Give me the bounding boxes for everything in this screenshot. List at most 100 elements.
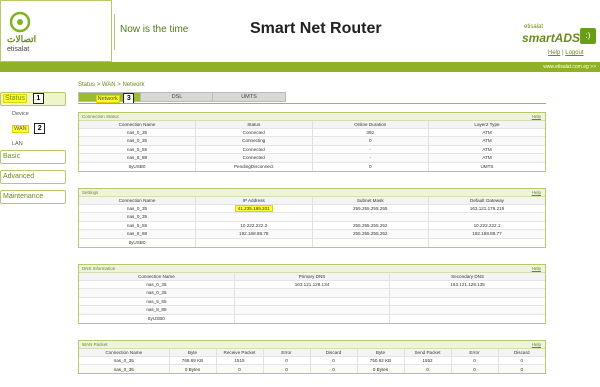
column-header: Subnet Mask (311, 197, 429, 204)
sidebar-item-lan[interactable]: LAN (0, 138, 66, 150)
table-cell: ttyUSB0 (79, 161, 196, 171)
help-link[interactable]: Help (532, 265, 541, 273)
tab-umts[interactable]: UMTS (212, 92, 286, 102)
site-url-link[interactable]: www.etisalat.com.eg >> (543, 64, 596, 70)
table-cell: 0 Bytes (168, 364, 216, 373)
table-cell: nas_0_35 (79, 355, 169, 365)
wan-packet-table: Connection Name Byte Receive Packet Erro… (79, 349, 545, 373)
table-cell: nas_8_88 (79, 305, 235, 314)
table-cell: 0 (311, 136, 429, 145)
column-header: IP Address (195, 197, 312, 204)
sidebar-item-maintenance[interactable]: Maintenance (0, 190, 66, 204)
table-row: nas_0_35 (79, 288, 545, 297)
table-row: nas_0_35 0 Bytes 0 0 0 0 Bytes 0 0 0 (79, 364, 545, 373)
column-header: Discard (497, 349, 545, 356)
help-link[interactable]: Help (532, 113, 541, 121)
table-cell: nas_0_35 (79, 203, 196, 213)
table-cell: 0 (497, 355, 545, 365)
column-header: Secondary DNS (389, 273, 545, 280)
table-row: nas_8_88 (79, 305, 545, 314)
table-cell: Connected (195, 153, 312, 162)
sidebar-item-status-label: Status (3, 94, 27, 104)
ip-address-highlight: 41.235.189.201 (234, 204, 273, 212)
help-link[interactable]: Help (548, 50, 560, 56)
column-header: Byte (168, 349, 216, 356)
panel-title: DNS Information Help (79, 265, 545, 273)
panel-title-text: DNS Information (82, 266, 116, 271)
logout-link[interactable]: Logout (565, 50, 583, 56)
table-cell: ATM (428, 153, 545, 162)
column-header: Discard (309, 349, 357, 356)
tab-underline (78, 103, 546, 104)
wan-packet-panel: WAN Packet Help Connection Name Byte Rec… (78, 340, 546, 374)
table-row: nas_5_55 Connected - ATM (79, 144, 545, 154)
table-cell: nas_0_35 (79, 212, 196, 221)
sidebar-item-wan[interactable]: WAN 2 (0, 120, 66, 138)
table-cell: UMTS (428, 161, 545, 171)
table-cell: 255.255.255.255 (311, 203, 429, 213)
table-cell (233, 305, 390, 314)
help-link[interactable]: Help (532, 341, 541, 349)
table-cell (389, 305, 545, 314)
table-cell: Connecting (195, 136, 312, 145)
table-cell: nas_0_35 (79, 136, 196, 145)
top-nav-bar (0, 62, 600, 72)
separator: | (562, 50, 564, 56)
column-header: Connection Name (79, 197, 196, 204)
panel-title-text: Settings (82, 190, 99, 195)
table-row: nas_0_35 768.69 KB 1515 0 0 750.92 KB 15… (79, 355, 545, 365)
panel-title-text: WAN Packet (82, 342, 108, 347)
table-cell (233, 313, 390, 323)
panel-title: Settings Help (79, 189, 545, 197)
table-cell (389, 313, 545, 323)
table-row: nas_0_35 163.121.128.134 163.121.128.135 (79, 279, 545, 289)
sidebar-item-status[interactable]: Status 1 (0, 92, 66, 106)
table-cell: 41.235.189.201 (195, 203, 312, 213)
etisalat-logo-icon (9, 11, 31, 33)
column-header: Primary DNS (233, 273, 390, 280)
table-row: ttyUSB0 PendingDisconnect 0 UMTS (79, 161, 545, 171)
table-cell: 0 (215, 364, 263, 373)
help-link[interactable]: Help (532, 189, 541, 197)
table-row: nas_8_88 Connected - ATM (79, 153, 545, 162)
table-cell: 163.121.128.134 (233, 279, 390, 289)
header-divider (114, 14, 115, 50)
brand-badge-icon: :) (580, 28, 596, 44)
sidebar-item-advanced[interactable]: Advanced (0, 170, 66, 184)
connection-status-table: Connection Name Status Online Duration L… (79, 121, 545, 171)
table-cell: 0 (403, 364, 451, 373)
sidebar-item-device[interactable]: Device (0, 108, 66, 120)
brand-logo-text: smartADSL (522, 31, 588, 45)
table-cell: nas_0_35 (79, 279, 235, 289)
table-row: nas_5_55 10.222.222.2 255.255.255.252 10… (79, 220, 545, 230)
tab-dsl[interactable]: DSL (140, 92, 214, 102)
table-row: nas_0_35 Connecting 0 ATM (79, 136, 545, 145)
table-cell: 0 (262, 364, 310, 373)
table-cell: 0 (309, 355, 357, 365)
table-cell: ATM (428, 136, 545, 145)
table-cell: 1552 (403, 355, 451, 365)
table-cell: 0 (311, 161, 429, 171)
table-cell: 192.168.88.78 (195, 229, 312, 238)
table-cell: 0 (309, 364, 357, 373)
table-cell: nas_5_55 (79, 296, 235, 306)
table-cell: nas_0_35 (79, 364, 169, 373)
table-cell: 255.255.255.252 (311, 220, 429, 230)
table-cell: nas_8_88 (79, 229, 196, 238)
table-cell (233, 288, 390, 297)
sidebar-item-basic[interactable]: Basic (0, 150, 66, 164)
table-cell: nas_5_55 (79, 144, 196, 154)
table-cell: 0 Bytes (356, 364, 404, 373)
page-title: Smart Net Router (250, 20, 382, 37)
sidebar-item-wan-label: WAN (12, 125, 29, 133)
table-row: ttyUSB0 (79, 313, 545, 323)
table-cell: PendingDisconnect (195, 161, 312, 171)
column-header: Receive Packet (215, 349, 263, 356)
table-row: nas_0_35 (79, 212, 545, 221)
table-cell (311, 212, 429, 221)
column-header: Send Packet (403, 349, 451, 356)
column-header: Error (450, 349, 498, 356)
table-row: nas_8_88 192.168.88.78 255.255.255.252 1… (79, 229, 545, 238)
table-cell: ATM (428, 127, 545, 137)
step-marker-1: 1 (32, 93, 44, 104)
